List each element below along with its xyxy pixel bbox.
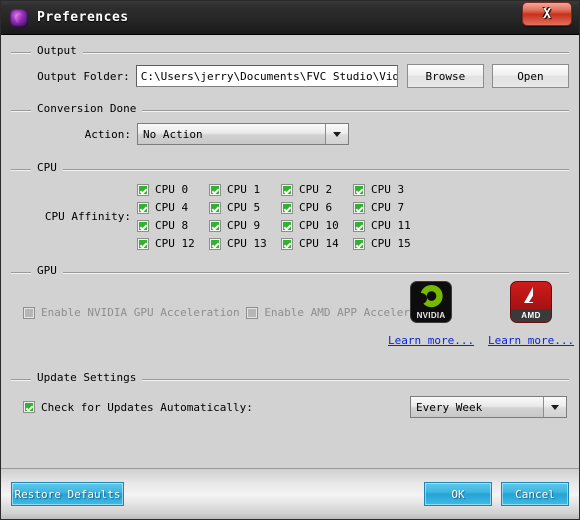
cpu-affinity-grid: CPU 0 CPU 1 CPU 2 CPU 3 CPU 4 CPU 5 CPU 6 CPU 7…	[137, 183, 425, 250]
cpu-checkbox-label: CPU 2	[299, 183, 333, 196]
cpu-checkbox-label: CPU 15	[371, 237, 411, 250]
cpu-checkbox-6[interactable]: CPU 6	[281, 201, 353, 214]
close-icon: X	[543, 6, 551, 22]
check-updates-checkbox[interactable]: Check for Updates Automatically:	[23, 401, 253, 414]
cpu-checkbox-4[interactable]: CPU 4	[137, 201, 209, 214]
cpu-checkbox-label: CPU 8	[155, 219, 189, 232]
cpu-checkbox-label: CPU 6	[299, 201, 333, 214]
cpu-checkbox-3[interactable]: CPU 3	[353, 183, 425, 196]
browse-button[interactable]: Browse	[406, 64, 484, 88]
cpu-group-label: CPU	[31, 161, 63, 174]
cpu-checkbox-1[interactable]: CPU 1	[209, 183, 281, 196]
cpu-checkbox-label: CPU 9	[227, 219, 261, 232]
conversion-done-group: Conversion Done Action: No Action	[11, 102, 569, 145]
cpu-checkbox-15[interactable]: CPU 15	[353, 237, 425, 250]
cpu-checkbox-label: CPU 13	[227, 237, 267, 250]
cpu-checkbox-label: CPU 4	[155, 201, 189, 214]
restore-defaults-button[interactable]: Restore Defaults	[11, 482, 124, 506]
cpu-checkbox-label: CPU 5	[227, 201, 261, 214]
cpu-checkbox-0[interactable]: CPU 0	[137, 183, 209, 196]
output-group: Output Output Folder: C:\Users\jerry\Doc…	[11, 44, 569, 88]
gpu-group: GPU Enable NVIDIA GPU Acceleration Enabl…	[11, 264, 574, 369]
checkbox-icon	[137, 219, 149, 232]
cpu-checkbox-label: CPU 3	[371, 183, 405, 196]
update-frequency-select[interactable]: Every Week	[410, 396, 567, 418]
cpu-checkbox-14[interactable]: CPU 14	[281, 237, 353, 250]
cpu-checkbox-9[interactable]: CPU 9	[209, 219, 281, 232]
checkbox-icon	[281, 183, 293, 196]
checkbox-icon	[137, 237, 149, 250]
conversion-done-group-label: Conversion Done	[31, 102, 143, 115]
ok-button[interactable]: OK	[424, 482, 492, 506]
cpu-checkbox-label: CPU 10	[299, 219, 339, 232]
cpu-checkbox-label: CPU 11	[371, 219, 411, 232]
checkbox-icon	[281, 201, 293, 214]
nvidia-learn-more-link[interactable]: Learn more...	[388, 334, 474, 347]
cpu-checkbox-label: CPU 7	[371, 201, 405, 214]
dialog-footer: Restore Defaults OK Cancel	[1, 468, 579, 519]
checkbox-icon	[209, 201, 221, 214]
cancel-button[interactable]: Cancel	[501, 482, 569, 506]
gpu-group-label: GPU	[31, 264, 63, 277]
amd-logo-icon: AMD	[510, 281, 553, 323]
cpu-checkbox-label: CPU 0	[155, 183, 189, 196]
open-button[interactable]: Open	[491, 64, 569, 88]
cpu-checkbox-label: CPU 1	[227, 183, 261, 196]
cpu-checkbox-13[interactable]: CPU 13	[209, 237, 281, 250]
checkbox-icon	[209, 219, 221, 232]
cpu-checkbox-10[interactable]: CPU 10	[281, 219, 353, 232]
nvidia-logo-text: NVIDIA	[416, 311, 446, 320]
chevron-down-icon	[543, 397, 566, 417]
action-label: Action:	[84, 127, 131, 141]
update-settings-group-label: Update Settings	[31, 371, 143, 384]
check-updates-label: Check for Updates Automatically:	[41, 400, 253, 414]
checkbox-icon	[23, 306, 35, 319]
checkbox-icon	[209, 183, 221, 196]
output-folder-input[interactable]: C:\Users\jerry\Documents\FVC Studio\Vide…	[135, 65, 398, 87]
checkbox-icon	[353, 219, 365, 232]
output-folder-label: Output Folder:	[37, 69, 130, 83]
dialog-body: Output Output Folder: C:\Users\jerry\Doc…	[1, 44, 579, 477]
cpu-affinity-label: CPU Affinity:	[44, 210, 131, 223]
cpu-checkbox-label: CPU 12	[155, 237, 195, 250]
title-bar: Preferences X	[1, 1, 579, 35]
cpu-checkbox-2[interactable]: CPU 2	[281, 183, 353, 196]
nvidia-logo-icon: NVIDIA	[410, 281, 453, 323]
close-button[interactable]: X	[522, 2, 572, 26]
checkbox-icon	[137, 183, 149, 196]
checkbox-icon	[353, 183, 365, 196]
enable-nvidia-label: Enable NVIDIA GPU Acceleration	[41, 306, 240, 319]
cpu-checkbox-label: CPU 14	[299, 237, 339, 250]
amd-logo-text: AMD	[511, 309, 552, 322]
checkbox-icon	[209, 237, 221, 250]
checkbox-icon	[353, 201, 365, 214]
chevron-down-icon	[325, 124, 348, 144]
output-group-label: Output	[31, 44, 83, 57]
checkbox-icon	[246, 306, 259, 319]
checkbox-icon	[281, 237, 293, 250]
action-select-value: No Action	[138, 124, 325, 144]
cpu-checkbox-5[interactable]: CPU 5	[209, 201, 281, 214]
update-frequency-value: Every Week	[411, 397, 543, 417]
checkbox-icon	[137, 201, 149, 214]
cpu-checkbox-11[interactable]: CPU 11	[353, 219, 425, 232]
preferences-dialog: Preferences X Output Output Folder: C:\U…	[0, 0, 580, 520]
cpu-checkbox-7[interactable]: CPU 7	[353, 201, 425, 214]
update-settings-group: Update Settings Check for Updates Automa…	[11, 371, 569, 418]
enable-nvidia-checkbox[interactable]: Enable NVIDIA GPU Acceleration	[23, 306, 240, 319]
checkbox-icon	[353, 237, 365, 250]
cpu-checkbox-8[interactable]: CPU 8	[137, 219, 209, 232]
checkbox-icon	[23, 401, 35, 413]
window-title: Preferences	[37, 10, 129, 25]
cpu-group: CPU CPU Affinity: CPU 0 CPU 1 CPU 2 CPU 3 CP…	[11, 161, 569, 250]
amd-learn-more-link[interactable]: Learn more...	[488, 334, 574, 347]
action-select[interactable]: No Action	[137, 123, 349, 145]
cpu-checkbox-12[interactable]: CPU 12	[137, 237, 209, 250]
checkbox-icon	[281, 219, 293, 232]
app-swirl-icon	[10, 8, 28, 27]
